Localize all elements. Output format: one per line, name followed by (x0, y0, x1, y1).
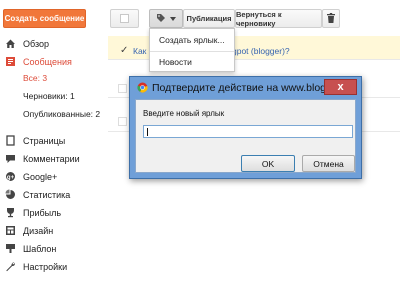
sidebar-item-label: Статистика (23, 189, 71, 200)
checkmark-icon[interactable]: ✓ (120, 45, 128, 56)
ok-button[interactable]: OK (241, 155, 295, 172)
sidebar-subitem-drafts[interactable]: Черновики: 1 (23, 91, 75, 101)
sidebar-item-earnings[interactable]: Прибыль (5, 207, 61, 218)
sidebar-item-label: Дизайн (23, 225, 54, 236)
publish-button[interactable]: Публикация (183, 9, 235, 28)
checkbox-icon (120, 14, 129, 23)
news-label-menu-item[interactable]: Новости (159, 57, 192, 67)
revert-to-draft-button[interactable]: Вернуться к черновику (235, 9, 322, 28)
label-menu: Создать ярлык... Новости (149, 28, 235, 72)
sidebar-item-layout[interactable]: Дизайн (5, 225, 53, 236)
delete-button[interactable] (322, 9, 340, 28)
select-all-checkbox-button[interactable] (110, 9, 139, 28)
comments-icon (5, 153, 16, 164)
sidebar-item-template[interactable]: Шаблон (5, 243, 56, 254)
sidebar-item-label: Настройки (23, 261, 68, 272)
sidebar-item-comments[interactable]: Комментарии (5, 153, 80, 164)
template-icon (5, 243, 16, 254)
menu-divider (150, 51, 234, 52)
sidebar-subitem-all[interactable]: Все: 3 (23, 73, 47, 83)
trash-icon (327, 12, 335, 25)
sidebar-subitem-published[interactable]: Опубликованные: 2 (23, 109, 100, 119)
row-checkbox[interactable] (118, 84, 127, 93)
chrome-icon (137, 82, 148, 93)
sidebar-item-stats[interactable]: Статистика (5, 189, 70, 200)
posts-icon (5, 56, 16, 67)
prompt-dialog: Подтвердите действие на www.blogger.c...… (129, 76, 362, 179)
new-label-input[interactable] (143, 125, 353, 138)
sidebar-item-label: Шаблон (23, 243, 57, 254)
sidebar-item-label: Комментарии (23, 153, 80, 164)
sidebar-item-label: Прибыль (23, 207, 62, 218)
sidebar-item-google-plus[interactable]: g+ Google+ (5, 171, 57, 182)
post-title[interactable]: Как (133, 46, 146, 56)
text-caret (147, 128, 148, 136)
sidebar-item-overview[interactable]: Обзор (5, 38, 49, 49)
sidebar-item-pages[interactable]: Страницы (5, 135, 65, 146)
google-plus-icon: g+ (5, 171, 16, 182)
sidebar-item-posts[interactable]: Сообщения (5, 56, 72, 67)
settings-icon (5, 261, 16, 272)
create-label-menu-item[interactable]: Создать ярлык... (159, 35, 225, 45)
home-icon (5, 38, 16, 49)
row-checkbox[interactable] (118, 117, 127, 126)
pages-icon (5, 135, 16, 146)
new-post-button[interactable]: Создать сообщение (3, 9, 86, 28)
stats-icon (5, 189, 16, 200)
sidebar-item-label: Страницы (23, 135, 66, 146)
sidebar-item-label: Google+ (23, 171, 58, 182)
sidebar-item-settings[interactable]: Настройки (5, 261, 67, 272)
close-icon[interactable]: x (324, 79, 357, 95)
cancel-button[interactable]: Отмена (302, 155, 355, 172)
sidebar-item-label: Сообщения (23, 56, 72, 67)
layout-icon (5, 225, 16, 236)
post-title-end[interactable]: gpot (blogger)? (232, 46, 290, 56)
tag-icon (156, 13, 166, 25)
sidebar-item-label: Обзор (23, 38, 49, 49)
chevron-down-icon (170, 14, 176, 23)
label-dropdown-button[interactable] (149, 9, 183, 28)
dialog-body: Введите новый ярлык OK Отмена (135, 99, 356, 173)
dialog-titlebar[interactable]: Подтвердите действие на www.blogger.c...… (130, 77, 361, 98)
earnings-icon (5, 207, 16, 218)
svg-text:g+: g+ (7, 175, 15, 181)
dialog-prompt: Введите новый ярлык (143, 109, 225, 118)
